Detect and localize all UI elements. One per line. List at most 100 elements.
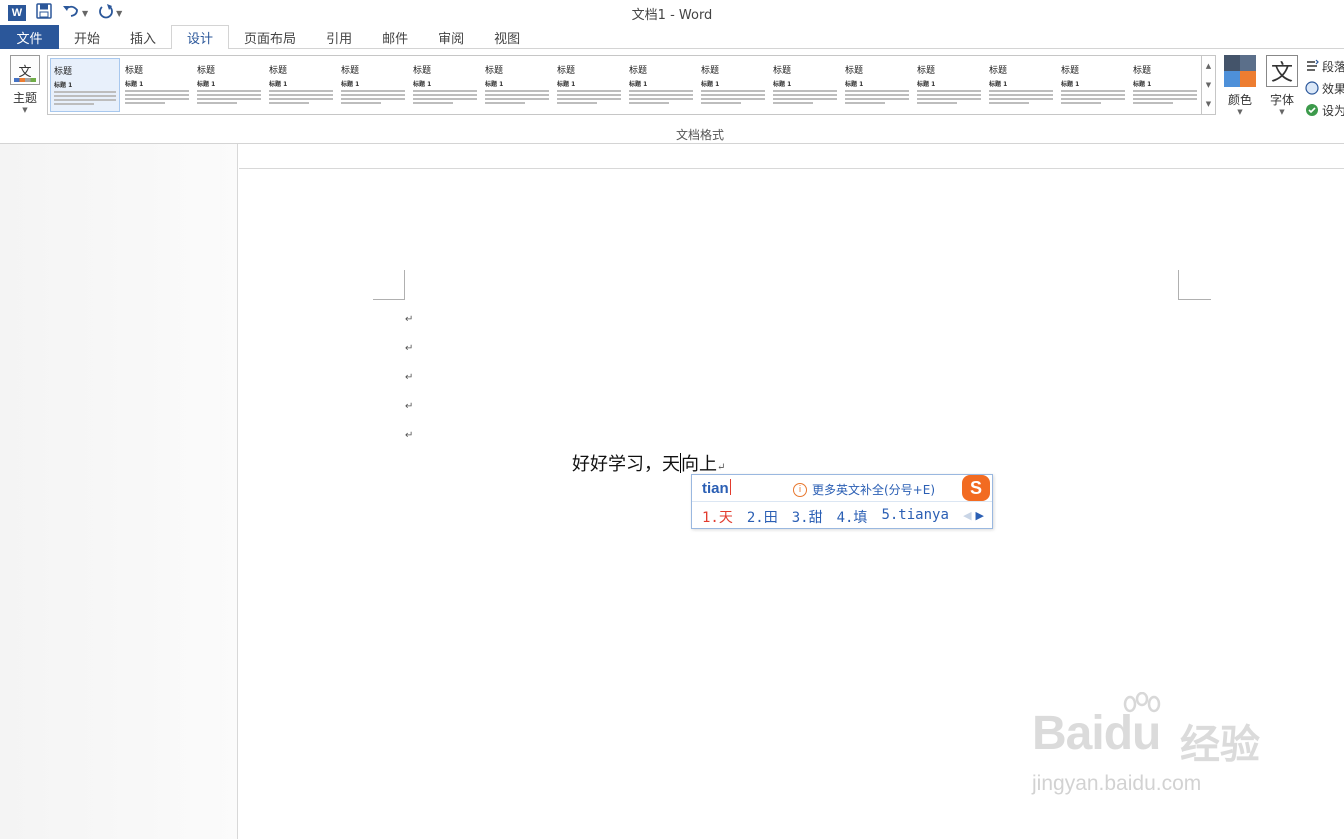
set-as-default-button[interactable]: 设为 xyxy=(1305,99,1344,121)
document-text-line[interactable]: 好好学习，天向上↵ xyxy=(572,450,725,476)
tab-insert[interactable]: 插入 xyxy=(115,25,171,49)
thumbnail-title: 标题 xyxy=(1133,66,1152,76)
thumbnail-heading: 标题 1 xyxy=(845,81,864,88)
ribbon-design: 文 主题 ▼ 标题 标题 1 标题 标题 1 标题 标题 1 标题 标题 1 标题 标题 1 标题标… xyxy=(0,49,1344,144)
sogou-logo-icon[interactable]: S xyxy=(962,475,990,501)
style-set-thumbnail[interactable]: 标题 标题 1 xyxy=(122,58,192,112)
gallery-scroll[interactable]: ▲ ▼ ▼ xyxy=(1201,56,1215,114)
thumbnail-heading: 标题 1 xyxy=(1061,81,1080,88)
thumbnail-title: 标题 xyxy=(341,66,360,76)
ime-candidate[interactable]: 4.填 xyxy=(837,507,868,527)
ime-candidate-window[interactable]: tian i 更多英文补全(分号+E) S 1.天 2.田 3.甜 4.填 5.… xyxy=(691,474,993,529)
baidu-jingyan-watermark: Baidu 经验 jingyan.baidu.com xyxy=(1032,692,1292,802)
gallery-up-icon[interactable]: ▲ xyxy=(1206,62,1211,70)
paragraph-mark: ↵ xyxy=(405,343,414,354)
thumbnail-heading: 标题 1 xyxy=(485,81,504,88)
style-set-thumbnail[interactable]: 标题 标题 1 xyxy=(986,58,1056,112)
thumbnail-heading: 标题 1 xyxy=(989,81,1008,88)
paragraph-mark: ↵ xyxy=(405,314,414,325)
style-set-thumbnail[interactable]: 标题 标题 1 xyxy=(914,58,984,112)
watermark-logo: Bai xyxy=(1032,707,1105,760)
ribbon-side-list: 段落 效果 设为 xyxy=(1305,55,1344,121)
thumbnail-heading: 标题 1 xyxy=(197,81,216,88)
ime-caret xyxy=(729,479,731,495)
style-set-thumbnail[interactable]: 标题标题 1 xyxy=(698,58,768,112)
colors-button[interactable]: 颜色 ▼ xyxy=(1222,55,1258,116)
style-set-thumbnail[interactable]: 标题标题 1 xyxy=(410,58,480,112)
fonts-button[interactable]: 文 字体 ▼ xyxy=(1264,55,1300,116)
thumbnail-heading: 标题 1 xyxy=(341,81,360,88)
chevron-down-icon: ▼ xyxy=(22,106,28,114)
paragraph-mark: ↵ xyxy=(717,462,726,473)
navigation-margin xyxy=(0,144,238,839)
thumbnail-title: 标题 xyxy=(197,66,216,76)
gallery-more-icon[interactable]: ▼ xyxy=(1206,100,1211,108)
thumbnail-title: 标题 xyxy=(413,66,432,76)
themes-label: 主题 xyxy=(12,91,37,105)
thumbnail-heading: 标题 1 xyxy=(54,82,73,89)
style-set-thumbnail[interactable]: 标题标题 1 xyxy=(1058,58,1128,112)
ime-next-page-icon[interactable]: ▶ xyxy=(976,509,984,522)
style-set-thumbnail[interactable]: 标题标题 1 xyxy=(842,58,912,112)
tab-home[interactable]: 开始 xyxy=(59,25,115,49)
style-set-thumbnail[interactable]: 标题标题 1 xyxy=(194,58,264,112)
style-set-thumbnail[interactable]: 标题标题 1 xyxy=(554,58,624,112)
tab-page-layout[interactable]: 页面布局 xyxy=(229,25,311,49)
ime-candidates: 1.天 2.田 3.甜 4.填 5.tianya xyxy=(702,507,949,527)
paragraph-spacing-icon xyxy=(1307,59,1319,71)
paragraph-mark: ↵ xyxy=(405,401,414,412)
thumbnail-title: 标题 xyxy=(485,66,504,76)
thumbnail-title: 标题 xyxy=(125,66,144,76)
style-set-thumbnail[interactable]: 标题 标题 1 xyxy=(626,58,696,112)
thumbnail-heading: 标题 1 xyxy=(557,81,576,88)
thumbnail-title: 标题 xyxy=(701,66,720,76)
style-set-thumbnail[interactable]: 标题标题 1 xyxy=(338,58,408,112)
ime-input-row: tian i 更多英文补全(分号+E) S xyxy=(692,475,992,502)
tab-mailings[interactable]: 邮件 xyxy=(367,25,423,49)
tab-view[interactable]: 视图 xyxy=(479,25,535,49)
ime-candidate[interactable]: 2.田 xyxy=(747,507,778,527)
thumbnail-title: 标题 xyxy=(845,66,864,76)
thumbnail-title: 标题 xyxy=(557,66,576,76)
themes-button[interactable]: 文 主题 ▼ xyxy=(8,55,42,114)
style-set-thumbnail[interactable]: 标题 标题 1 xyxy=(1130,58,1200,112)
paragraph-mark: ↵ xyxy=(405,372,414,383)
ime-candidate[interactable]: 5.tianya xyxy=(881,507,948,527)
text-after-caret: 向上 xyxy=(681,454,717,475)
thumbnail-title: 标题 xyxy=(54,67,73,77)
group-label-document-formatting: 文档格式 xyxy=(675,128,724,142)
document-formatting-gallery[interactable]: 标题 标题 1 标题 标题 1 标题 标题 1 标题 标题 1 标题 标题 1 标题 标题 1 标题 标题… xyxy=(47,55,1216,115)
ribbon-tabs: 文件 开始 插入 设计 页面布局 引用 邮件 审阅 视图 xyxy=(0,25,1344,50)
style-set-thumbnail[interactable]: 标题 标题 1 xyxy=(770,58,840,112)
ime-prev-page-icon[interactable]: ◀ xyxy=(963,509,971,522)
watermark-brand: 经验 xyxy=(1180,722,1260,768)
thumbnail-title: 标题 xyxy=(773,66,792,76)
themes-icon: 文 xyxy=(10,55,40,85)
gallery-down-icon[interactable]: ▼ xyxy=(1206,81,1211,89)
style-set-thumbnail[interactable]: 标题标题 1 xyxy=(482,58,552,112)
ime-english-completion-hint[interactable]: i 更多英文补全(分号+E) xyxy=(793,481,935,498)
thumbnail-heading: 标题 1 xyxy=(701,81,720,88)
colors-icon xyxy=(1224,55,1256,87)
margin-corner-top-right xyxy=(1178,270,1211,300)
tab-review[interactable]: 审阅 xyxy=(423,25,479,49)
style-set-thumbnail[interactable]: 标题 标题 1 xyxy=(266,58,336,112)
window-title: 文档1 - Word xyxy=(631,8,713,23)
thumbnail-title: 标题 xyxy=(1061,66,1080,76)
title-bar: W ▼ ▼ 文档1 - Word xyxy=(0,0,1344,25)
text-before-caret: 好好学习，天 xyxy=(572,454,680,475)
margin-corner-top-left xyxy=(373,270,405,300)
thumbnail-heading: 标题 1 xyxy=(413,81,432,88)
ime-candidate[interactable]: 3.甜 xyxy=(792,507,823,527)
tab-design[interactable]: 设计 xyxy=(171,25,230,50)
tab-references[interactable]: 引用 xyxy=(311,25,367,49)
ime-candidate[interactable]: 1.天 xyxy=(702,507,733,527)
style-set-thumbnail[interactable]: 标题标题 1 xyxy=(50,58,120,112)
effects-icon xyxy=(1305,81,1319,95)
paragraph-spacing-button[interactable]: 段落 xyxy=(1305,55,1344,77)
tab-file[interactable]: 文件 xyxy=(0,25,59,49)
effects-button[interactable]: 效果 xyxy=(1305,77,1344,99)
paragraph-mark: ↵ xyxy=(405,430,414,441)
thumbnail-title: 标题 xyxy=(917,66,936,76)
thumbnail-title: 标题 xyxy=(629,66,648,76)
